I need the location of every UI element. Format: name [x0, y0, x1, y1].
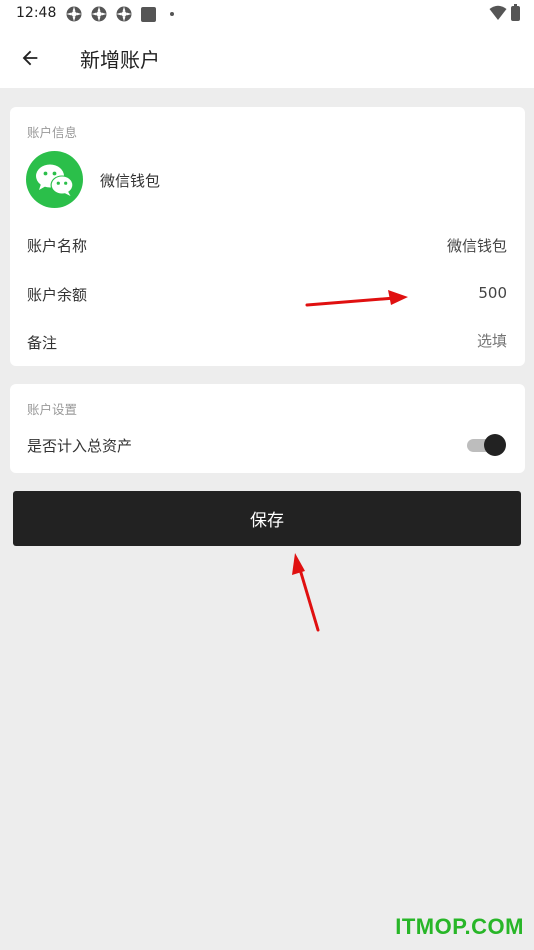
status-time: 12:48 [16, 5, 57, 21]
wechat-logo-icon [35, 164, 73, 196]
account-balance-row[interactable]: 账户余额 500 [10, 274, 525, 314]
back-button[interactable] [14, 42, 46, 74]
status-bar: 12:48 [0, 0, 534, 28]
system-icons [489, 3, 520, 21]
account-name-value[interactable]: 微信钱包 [307, 235, 507, 256]
battery-icon [511, 3, 520, 21]
remark-row[interactable]: 备注 [10, 322, 525, 362]
page-title: 新增账户 [80, 48, 160, 72]
notification-icons [66, 6, 174, 22]
annotation-arrow-save [292, 553, 320, 632]
account-info-card: 账户信息 微信钱包 账户名称 微信钱包 账户余额 500 备注 [10, 107, 525, 366]
wifi-icon [489, 5, 507, 20]
notification-app-icon [66, 6, 82, 22]
account-name-row[interactable]: 账户名称 微信钱包 [10, 225, 525, 265]
include-total-assets-label: 是否计入总资产 [27, 437, 133, 455]
notification-app-icon [116, 6, 132, 22]
include-total-assets-row[interactable]: 是否计入总资产 [10, 425, 525, 465]
account-settings-section-label: 账户设置 [27, 402, 78, 417]
account-info-section-label: 账户信息 [27, 125, 78, 140]
arrow-left-icon [22, 50, 38, 66]
wechat-icon[interactable] [26, 151, 83, 208]
more-notifications-dot-icon [170, 12, 174, 16]
include-total-assets-toggle[interactable] [467, 434, 506, 456]
remark-input[interactable] [307, 332, 507, 350]
account-balance-value[interactable]: 500 [307, 284, 507, 302]
remark-label: 备注 [27, 334, 58, 352]
account-name-label: 账户名称 [27, 237, 88, 255]
account-settings-card: 账户设置 是否计入总资产 [10, 384, 525, 473]
toggle-thumb [484, 434, 506, 456]
notification-app-icon [91, 6, 107, 22]
notification-square-icon [141, 6, 156, 22]
wallet-name: 微信钱包 [100, 172, 161, 190]
watermark: ITMOP.COM [395, 914, 524, 939]
account-balance-label: 账户余额 [27, 286, 88, 304]
app-bar: 新增账户 [0, 28, 534, 88]
save-button[interactable]: 保存 [13, 491, 521, 546]
